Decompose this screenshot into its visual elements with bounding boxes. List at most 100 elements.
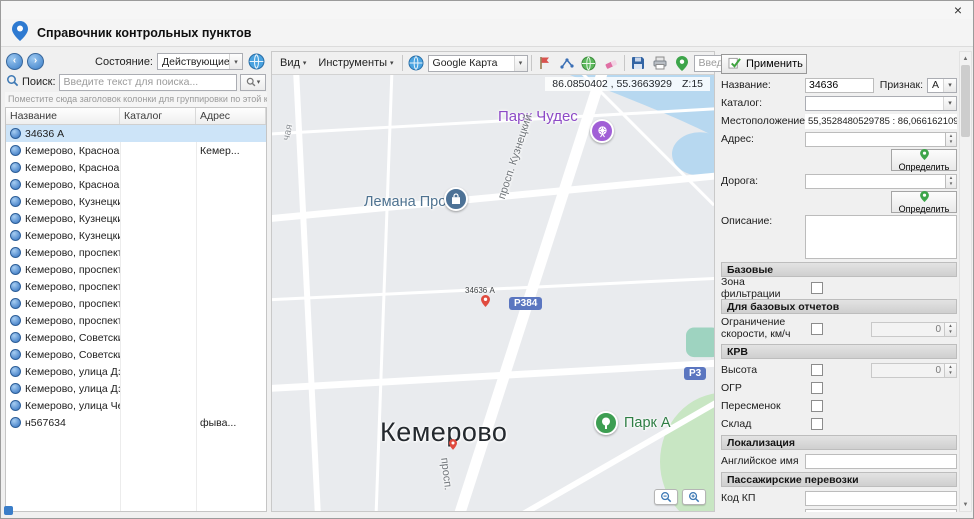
row-name: Кемерово, Советский просп... (25, 349, 120, 361)
zoom-out-button[interactable] (654, 489, 678, 505)
filter-zone-label: Зона фильтрации (721, 276, 805, 300)
print-button[interactable] (650, 53, 670, 73)
description-textarea[interactable] (805, 215, 957, 259)
table-row[interactable]: Кемерово, проспект Ленина... (6, 312, 266, 329)
location-value: 55,3528480529785 : 86,066162109375 (805, 114, 957, 129)
map-type-select[interactable]: Google Карта ▾ (428, 55, 528, 72)
row-address (196, 244, 266, 261)
selected-point-pin-icon[interactable] (481, 295, 490, 310)
table-row[interactable]: Кемерово, Красноармейска... (6, 159, 266, 176)
row-catalog (120, 380, 196, 397)
kp-code-input[interactable] (805, 491, 957, 506)
table-row[interactable]: Кемерово, Красноармейска... Кемер... (6, 142, 266, 159)
map-canvas[interactable]: 86.0850402 , 55.3663929 Z:15 чая Парк Чу… (272, 75, 714, 511)
address-input[interactable] (805, 132, 945, 147)
column-header-name[interactable]: Название (6, 108, 120, 124)
column-header-catalog[interactable]: Каталог (120, 108, 196, 124)
spin-down-icon[interactable]: ▼ (946, 139, 956, 146)
catalog-select[interactable]: ▾ (805, 96, 957, 111)
row-address (196, 159, 266, 176)
shift-checkbox[interactable] (811, 400, 823, 412)
table-row[interactable]: Кемерово, улица Черняховс... (6, 397, 266, 414)
ogr-checkbox[interactable] (811, 382, 823, 394)
park-chudes-marker[interactable] (590, 119, 614, 143)
address-spinner[interactable]: ▲▼ (945, 132, 957, 147)
road-spinner[interactable]: ▲▼ (945, 174, 957, 189)
height-checkbox[interactable] (811, 364, 823, 376)
scroll-down-icon[interactable]: ▼ (960, 498, 971, 511)
detect-address-button[interactable]: Определить (891, 149, 957, 171)
park-a-marker[interactable] (594, 411, 618, 435)
detect-road-button[interactable]: Определить (891, 191, 957, 213)
table-row[interactable]: Кемерово, проспект Ленина... (6, 295, 266, 312)
point-icon (10, 383, 21, 394)
spin-down-icon[interactable]: ▼ (946, 181, 956, 188)
table-row[interactable]: Кемерово, Кузнецкий просп... (6, 227, 266, 244)
table-row[interactable]: Кемерово, улица Дзержинс... (6, 363, 266, 380)
tools-menu[interactable]: Инструменты▾ (313, 54, 398, 73)
column-header-address[interactable]: Адрес (196, 108, 266, 124)
table-row[interactable]: н567634 фыва... (6, 414, 266, 431)
row-name: Кемерово, улица Дзержинс... (25, 366, 120, 378)
point-icon (10, 417, 21, 428)
row-name: Кемерово, Советский просп... (25, 332, 120, 344)
globe-button[interactable] (406, 53, 426, 73)
search-options-button[interactable]: ▾ (240, 74, 266, 91)
table-row[interactable]: Кемерово, улица Дзержинс... (6, 380, 266, 397)
table-row[interactable]: 34636 А (6, 125, 266, 142)
okato-code-input[interactable] (805, 509, 957, 513)
flag-button[interactable] (535, 53, 555, 73)
height-spinner[interactable]: 0 ▲▼ (871, 363, 957, 378)
filter-zone-checkbox[interactable] (811, 282, 823, 294)
row-address (196, 278, 266, 295)
lemana-pro-marker[interactable] (444, 187, 468, 211)
table-row[interactable]: Кемерово, проспект Ленина... (6, 261, 266, 278)
row-name: Кемерово, улица Черняховс... (25, 400, 120, 412)
dialog-window: × Справочник контрольных пунктов ‹ › Сос… (0, 0, 974, 519)
point-icon (10, 230, 21, 241)
road-input[interactable] (805, 174, 945, 189)
next-button[interactable]: › (27, 53, 44, 70)
spinner-buttons[interactable]: ▲▼ (944, 323, 956, 336)
zoom-in-button[interactable] (682, 489, 706, 505)
vertical-scrollbar[interactable]: ▲ ▼ (959, 51, 972, 512)
scroll-up-icon[interactable]: ▲ (960, 52, 971, 65)
row-address (196, 227, 266, 244)
table-row[interactable]: Кемерово, проспект Ленина... (6, 278, 266, 295)
measure-button[interactable] (557, 53, 577, 73)
table-row[interactable]: Кемерово, Советский просп... (6, 346, 266, 363)
close-button[interactable]: × (943, 2, 973, 19)
point-icon (10, 298, 21, 309)
search-input[interactable] (59, 74, 237, 91)
speed-limit-spinner[interactable]: 0 ▲▼ (871, 322, 957, 337)
height-value: 0 (872, 365, 944, 376)
park-chudes-label: Парк Чудес (498, 108, 578, 125)
scrollbar-thumb[interactable] (961, 65, 970, 137)
chevron-down-icon: ▾ (390, 59, 394, 67)
english-name-input[interactable] (805, 454, 957, 469)
flag-icon (538, 56, 552, 70)
table-row[interactable]: Кемерово, Кузнецкий просп... (6, 193, 266, 210)
section-krv: КРВ (721, 344, 957, 359)
world-button[interactable] (579, 53, 599, 73)
spinner-buttons[interactable]: ▲▼ (944, 364, 956, 377)
prev-button[interactable]: ‹ (6, 53, 23, 70)
state-select[interactable]: Действующие ▾ (157, 53, 243, 70)
table-row[interactable]: Кемерово, Красноармейска... (6, 176, 266, 193)
save-button[interactable] (628, 53, 648, 73)
row-address (196, 346, 266, 363)
table-row[interactable]: Кемерово, Кузнецкий просп... (6, 210, 266, 227)
spin-down-icon[interactable]: ▼ (945, 329, 956, 336)
table-row[interactable]: Кемерово, проспект Ленина... (6, 244, 266, 261)
view-menu[interactable]: Вид▾ (275, 54, 311, 73)
speed-limit-checkbox[interactable] (811, 323, 823, 335)
sign-select[interactable]: А ▾ (927, 78, 957, 93)
marker-button[interactable] (672, 53, 692, 73)
warehouse-checkbox[interactable] (811, 418, 823, 430)
apply-button[interactable]: Применить (721, 54, 807, 74)
globe-button[interactable] (247, 52, 266, 71)
table-row[interactable]: Кемерово, Советский просп... (6, 329, 266, 346)
eraser-button[interactable] (601, 53, 621, 73)
name-input[interactable] (805, 78, 874, 93)
spin-down-icon[interactable]: ▼ (945, 370, 956, 377)
